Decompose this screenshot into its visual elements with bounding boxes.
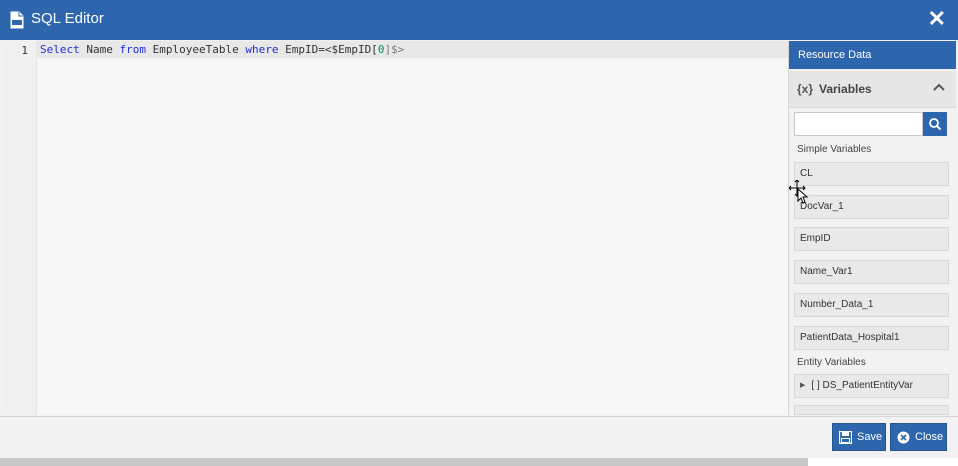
dialog-title: SQL Editor bbox=[31, 10, 104, 27]
save-icon bbox=[839, 431, 852, 444]
sql-file-icon bbox=[10, 11, 24, 29]
keyword-select: Select bbox=[40, 43, 80, 56]
expand-triangle-icon[interactable]: ▶ bbox=[800, 375, 805, 397]
variable-item[interactable]: Name_Var1 bbox=[794, 260, 949, 284]
entity-variables-label: Entity Variables bbox=[797, 357, 866, 368]
close-icon[interactable]: ✕ bbox=[928, 6, 946, 32]
variables-icon: {x} bbox=[797, 82, 814, 96]
variable-item[interactable]: PatientData_Hospital1 bbox=[794, 326, 949, 350]
code-line[interactable]: Select Name from EmployeeTable where Emp… bbox=[36, 41, 788, 58]
section-title: Variables bbox=[819, 82, 872, 96]
variable-search-input[interactable] bbox=[794, 112, 923, 136]
background-strip bbox=[808, 458, 958, 466]
line-number-gutter: 1 bbox=[2, 41, 37, 415]
code-token: EmpID= bbox=[278, 43, 325, 56]
code-token: EmployeeTable bbox=[146, 43, 246, 56]
save-button[interactable]: Save bbox=[832, 423, 886, 451]
save-label: Save bbox=[857, 431, 883, 443]
code-token: Name bbox=[79, 43, 120, 56]
title-bar: SQL Editor ✕ bbox=[0, 0, 958, 40]
variable-item[interactable]: Number_Data_1 bbox=[794, 293, 949, 317]
simple-variables-label: Simple Variables bbox=[797, 144, 872, 155]
variable-item[interactable]: EmpID bbox=[794, 227, 949, 251]
line-number: 1 bbox=[21, 44, 28, 57]
dialog-footer: Save Close bbox=[0, 416, 958, 459]
keyword-from: from bbox=[119, 43, 147, 56]
code-token: ]$> bbox=[384, 43, 405, 56]
entity-variable-item[interactable]: ▶ [ ] DS_PatientEntityVar bbox=[794, 374, 949, 398]
variables-section-header[interactable]: {x} Variables bbox=[789, 71, 956, 108]
panel-header: Resource Data bbox=[789, 41, 956, 69]
list-item-partial bbox=[794, 405, 949, 415]
close-label: Close bbox=[915, 431, 944, 443]
variable-item[interactable]: CL bbox=[794, 162, 949, 186]
variable-item[interactable]: DocVar_1 bbox=[794, 195, 949, 219]
sql-code-editor[interactable]: 1 Select Name from EmployeeTable where E… bbox=[2, 41, 789, 415]
sql-editor-dialog: SQL Editor ✕ 1 Select Name from Employee… bbox=[0, 0, 958, 466]
keyword-where: where bbox=[245, 43, 279, 56]
search-button[interactable] bbox=[923, 112, 947, 136]
search-icon bbox=[929, 118, 942, 131]
chevron-up-icon[interactable] bbox=[933, 83, 945, 91]
background-strip bbox=[0, 458, 808, 466]
move-cursor-icon bbox=[789, 180, 809, 204]
close-circle-icon bbox=[897, 431, 910, 444]
code-token: <$EmpID[ bbox=[324, 43, 378, 56]
close-button[interactable]: Close bbox=[890, 423, 947, 451]
entity-variable-label: [ ] DS_PatientEntityVar bbox=[811, 380, 913, 391]
resource-data-panel: Resource Data {x} Variables Simple Varia… bbox=[789, 41, 956, 415]
